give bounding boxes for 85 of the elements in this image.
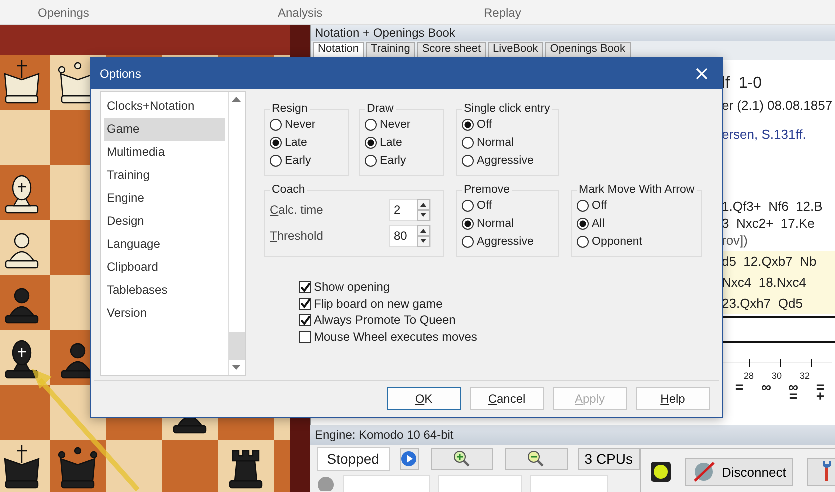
radio-option[interactable]: All xyxy=(577,215,697,233)
category-item[interactable]: Language xyxy=(104,233,225,256)
dialog-button[interactable]: Help xyxy=(636,387,710,410)
category-item[interactable]: Clocks+Notation xyxy=(104,95,225,118)
scrollbar-thumb[interactable] xyxy=(229,332,245,360)
radio-option[interactable]: Normal xyxy=(462,215,554,233)
group-title: Single click entry xyxy=(463,103,552,115)
notation-line: d5 12.Qxb7 Nb xyxy=(722,253,818,271)
radio-option[interactable]: Early xyxy=(270,152,344,170)
notation-line: Nxc4 18.Nxc4 xyxy=(722,274,808,292)
group-title: Mark Move With Arrow xyxy=(578,184,696,196)
notation-line: 3 Nxc2+ 17.Ke xyxy=(722,215,816,232)
radio-option[interactable]: Off xyxy=(462,116,554,134)
check-icon xyxy=(300,298,310,310)
radio-option[interactable]: Off xyxy=(462,197,554,215)
checkbox-option[interactable]: Always Promote To Queen xyxy=(299,312,702,328)
radio-option[interactable]: Early xyxy=(365,152,439,170)
play-icon xyxy=(401,451,418,467)
status-light-icon xyxy=(317,475,335,491)
disconnect-button[interactable]: Disconnect xyxy=(685,458,794,486)
category-item[interactable]: Engine xyxy=(104,187,225,210)
check-icon xyxy=(300,282,310,293)
evaluation-symbol[interactable]: = xyxy=(732,383,747,401)
axis-label: 32 xyxy=(800,371,810,381)
category-item[interactable]: Tablebases xyxy=(104,279,225,302)
evaluation-symbol[interactable]: ∞ xyxy=(759,383,774,401)
scrollbar[interactable] xyxy=(228,92,245,375)
spin-arrows-icon[interactable] xyxy=(417,225,430,247)
axis-label: 28 xyxy=(744,371,754,381)
ribbon-group-label: Openings xyxy=(38,6,90,20)
radio-option[interactable]: Opponent xyxy=(577,233,697,251)
evaluation-symbol[interactable]: = + xyxy=(813,383,828,401)
category-item[interactable]: Design xyxy=(104,210,225,233)
field-label: Calc. time xyxy=(270,203,324,217)
notation-line: er (2.1) 08.08.1857 xyxy=(722,97,834,115)
ribbon-group-label: Replay xyxy=(484,6,522,20)
group-title: Draw xyxy=(366,103,395,115)
notation-line: rov]) xyxy=(722,232,749,249)
category-item[interactable]: Clipboard xyxy=(104,256,225,279)
field-label: Threshold xyxy=(270,229,324,243)
category-item[interactable]: Multimedia xyxy=(104,141,225,164)
radio-option[interactable]: Late xyxy=(270,134,344,152)
spin-arrows-icon[interactable] xyxy=(417,199,430,221)
notation-line: lf 1-0 xyxy=(722,74,764,94)
settings-button[interactable] xyxy=(807,458,835,486)
zoom-in-icon xyxy=(452,450,471,468)
panel-title: Notation + Openings Book xyxy=(311,25,835,41)
spin-field[interactable]: 2 xyxy=(389,199,431,221)
close-icon[interactable] xyxy=(696,68,708,80)
radio-option[interactable]: Aggressive xyxy=(462,152,554,170)
dialog-title: Options xyxy=(100,66,142,80)
notation-line: 23.Qxh7 Qd5 xyxy=(722,295,804,313)
dialog-button[interactable]: Cancel xyxy=(470,387,544,410)
radio-option[interactable]: Off xyxy=(577,197,697,215)
globe-icon xyxy=(692,461,716,483)
zoom-in-button[interactable] xyxy=(430,448,494,470)
group-title: Coach xyxy=(271,184,306,196)
category-item[interactable]: Game xyxy=(104,118,225,141)
play-button[interactable] xyxy=(400,448,419,470)
category-item[interactable]: Training xyxy=(104,164,225,187)
notation-line: 1.Qf3+ Nf6 12.B xyxy=(722,198,824,215)
notation-line: ersen, S.131ff. xyxy=(722,126,808,144)
group-title: Resign xyxy=(271,103,309,115)
radio-option[interactable]: Normal xyxy=(462,134,554,152)
panel-title: Engine: Komodo 10 64-bit xyxy=(310,425,835,445)
engine-status-field: Stopped xyxy=(317,447,390,471)
group-title: Premove xyxy=(463,184,512,196)
radio-option[interactable]: Aggressive xyxy=(462,233,554,251)
checkbox-option[interactable]: Mouse Wheel executes moves xyxy=(299,328,702,345)
zoom-out-button[interactable] xyxy=(505,448,568,470)
evaluation-symbol[interactable]: ∞ = xyxy=(786,383,801,401)
radio-option[interactable]: Never xyxy=(270,116,344,134)
status-light-icon xyxy=(651,462,671,482)
category-item[interactable]: Version xyxy=(104,302,225,325)
checkbox-option[interactable]: Flip board on new game xyxy=(299,296,702,312)
radio-option[interactable]: Late xyxy=(365,134,439,152)
radio-option[interactable]: Never xyxy=(365,116,439,134)
dialog-button[interactable]: OK xyxy=(387,387,461,410)
axis-label: 30 xyxy=(772,371,782,381)
zoom-out-icon xyxy=(527,450,546,468)
spin-field[interactable]: 80 xyxy=(389,225,431,247)
ribbon-group-label: Analysis xyxy=(278,6,323,20)
cpu-count-button[interactable]: 3 CPUs xyxy=(578,448,640,470)
checkbox-option[interactable]: Show opening xyxy=(299,279,702,296)
check-icon xyxy=(300,314,310,326)
